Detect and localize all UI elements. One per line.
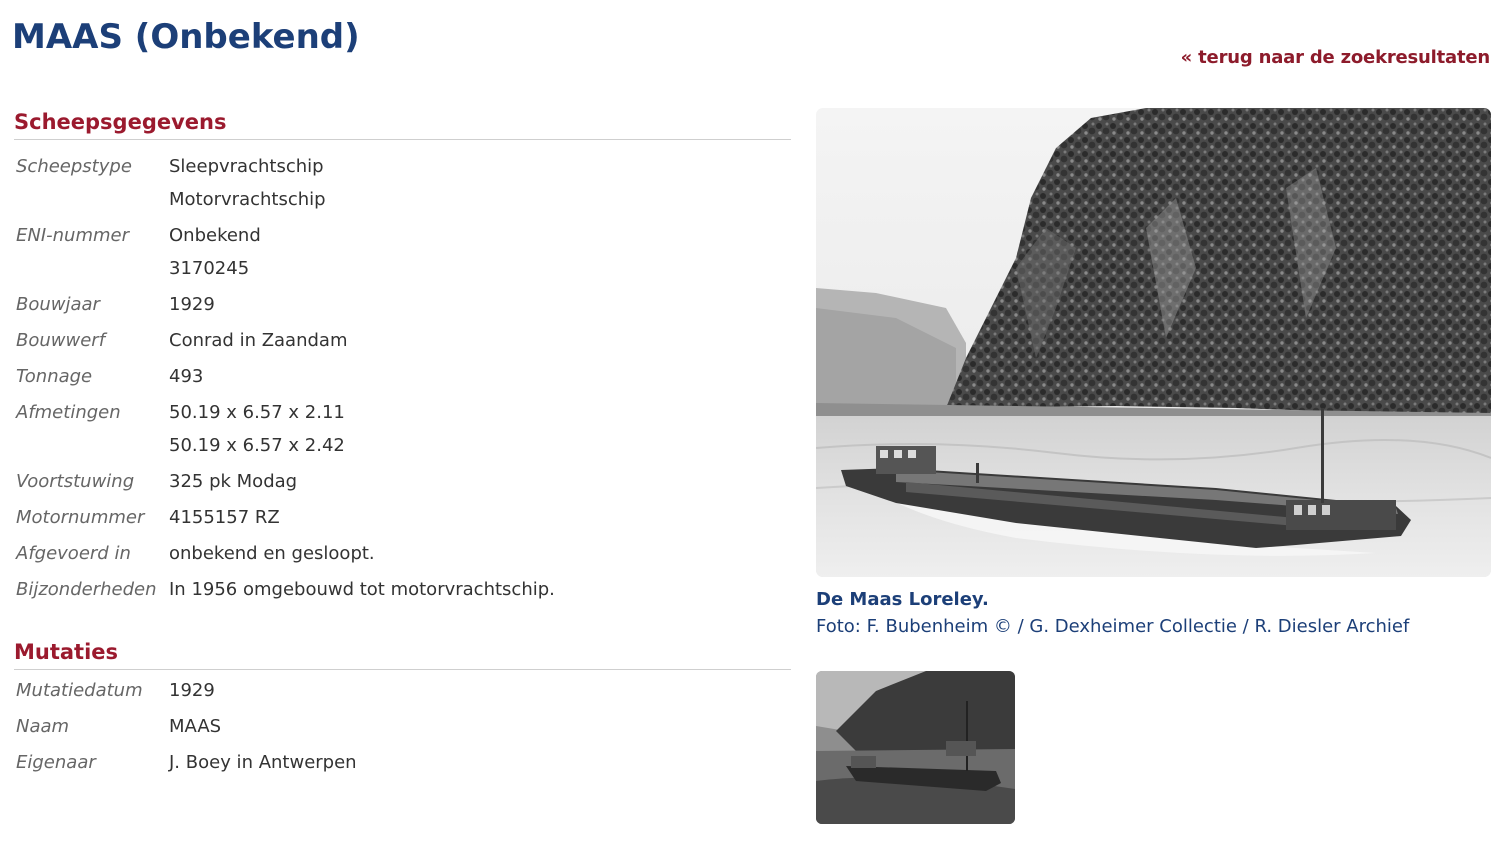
mutation-row: Eigenaar J. Boey in Antwerpen — [14, 746, 791, 779]
back-to-results-link[interactable]: « terug naar de zoekresultaten — [1181, 46, 1491, 70]
row-value: MAAS — [169, 716, 222, 737]
mutation-row: Naam MAAS — [14, 710, 791, 743]
row-label: Afmetingen — [16, 402, 121, 423]
row-value: Sleepvrachtschip — [169, 156, 324, 177]
row-label: Motornummer — [16, 507, 145, 528]
row-label: Mutatiedatum — [16, 680, 143, 701]
ship-details: Scheepsgegevens Scheepstype Sleepvrachts… — [14, 106, 791, 782]
ship-data-row: Tonnage 493 — [14, 360, 791, 393]
ship-data-row: Bouwwerf Conrad in Zaandam — [14, 324, 791, 357]
row-label: ENI-nummer — [16, 225, 130, 246]
row-value: 1929 — [169, 294, 215, 315]
row-label: Eigenaar — [16, 752, 96, 773]
row-label: Tonnage — [16, 366, 93, 387]
ship-data-table: Scheepstype Sleepvrachtschip Motorvracht… — [14, 140, 791, 606]
ship-data-heading: Scheepsgegevens — [14, 106, 791, 140]
row-value: 4155157 RZ — [169, 507, 280, 528]
photo-thumbnail[interactable] — [816, 671, 1015, 824]
row-label: Bijzonderheden — [16, 579, 157, 600]
ship-data-row: Bouwjaar 1929 — [14, 288, 791, 321]
page-title: MAAS (Onbekend) — [12, 17, 360, 57]
ship-data-row: Afmetingen 50.19 x 6.57 x 2.11 50.19 x 6… — [14, 396, 791, 462]
ship-data-row: Voortstuwing 325 pk Modag — [14, 465, 791, 498]
photo-caption-title: De Maas Loreley. — [816, 589, 989, 610]
row-value: In 1956 omgebouwd tot motorvrachtschip. — [169, 579, 555, 600]
photo-caption-credit: Foto: F. Bubenheim © / G. Dexheimer Coll… — [816, 616, 1410, 637]
ship-data-row: ENI-nummer Onbekend 3170245 — [14, 219, 791, 285]
row-label: Naam — [16, 716, 70, 737]
page: MAAS (Onbekend) « terug naar de zoekresu… — [0, 0, 1511, 862]
row-value: 325 pk Modag — [169, 471, 298, 492]
row-value: 50.19 x 6.57 x 2.42 — [169, 435, 345, 456]
row-value: 493 — [169, 366, 204, 387]
photo-column: De Maas Loreley. Foto: F. Bubenheim © / … — [816, 108, 1491, 824]
row-value: onbekend en gesloopt. — [169, 543, 375, 564]
row-value: 1929 — [169, 680, 215, 701]
row-label: Afgevoerd in — [16, 543, 131, 564]
row-value: J. Boey in Antwerpen — [169, 752, 357, 773]
row-label: Bouwjaar — [16, 294, 100, 315]
ship-data-row: Motornummer 4155157 RZ — [14, 501, 791, 534]
ship-data-row: Afgevoerd in onbekend en gesloopt. — [14, 537, 791, 570]
ship-photo[interactable] — [816, 108, 1491, 577]
mutations-heading: Mutaties — [14, 636, 791, 670]
row-label: Voortstuwing — [16, 471, 135, 492]
ship-data-row: Scheepstype Sleepvrachtschip Motorvracht… — [14, 150, 791, 216]
row-label: Bouwwerf — [16, 330, 106, 351]
row-value: Motorvrachtschip — [169, 189, 326, 210]
row-value: Onbekend — [169, 225, 261, 246]
ship-data-row: Bijzonderheden In 1956 omgebouwd tot mot… — [14, 573, 791, 606]
row-value: Conrad in Zaandam — [169, 330, 348, 351]
row-value: 3170245 — [169, 258, 250, 279]
row-value: 50.19 x 6.57 x 2.11 — [169, 402, 345, 423]
row-label: Scheepstype — [16, 156, 132, 177]
mutation-row: Mutatiedatum 1929 — [14, 674, 791, 707]
mutations-table: Mutatiedatum 1929 Naam MAAS Eigenaar J. … — [14, 670, 791, 779]
